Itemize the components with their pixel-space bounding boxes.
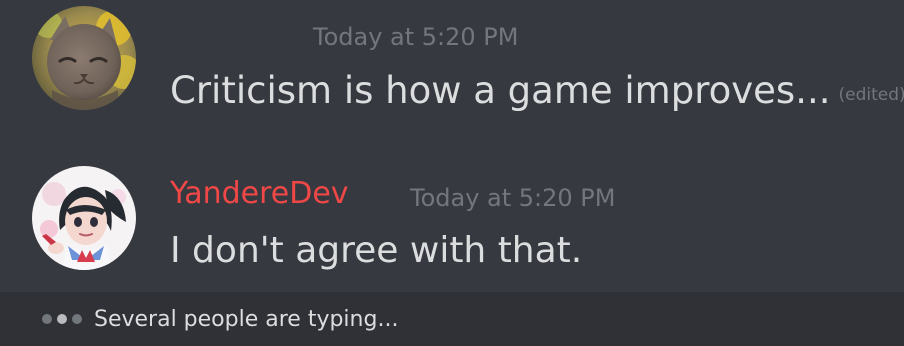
edited-label: (edited) (838, 85, 904, 105)
anime-girl-avatar-icon[interactable] (32, 166, 136, 270)
typing-text: Several people are typing... (94, 306, 399, 332)
typing-dot-icon (57, 314, 67, 324)
typing-dot-icon (42, 314, 52, 324)
cat-avatar-icon[interactable] (32, 6, 136, 110)
message-author[interactable]: YandereDev (170, 179, 349, 209)
typing-dot-icon (72, 314, 82, 324)
typing-dots-icon (42, 314, 82, 324)
message-timestamp: Today at 5:20 PM (410, 184, 616, 212)
message-content: Criticism is how a game improves... (edit… (170, 72, 904, 109)
message-text: Criticism is how a game improves... (170, 69, 831, 112)
typing-indicator: Several people are typing... (0, 292, 904, 346)
message-timestamp: Today at 5:20 PM (313, 23, 519, 51)
message-content: I don't agree with that. (170, 230, 583, 271)
chat-window: Today at 5:20 PM Criticism is how a game… (0, 0, 904, 292)
